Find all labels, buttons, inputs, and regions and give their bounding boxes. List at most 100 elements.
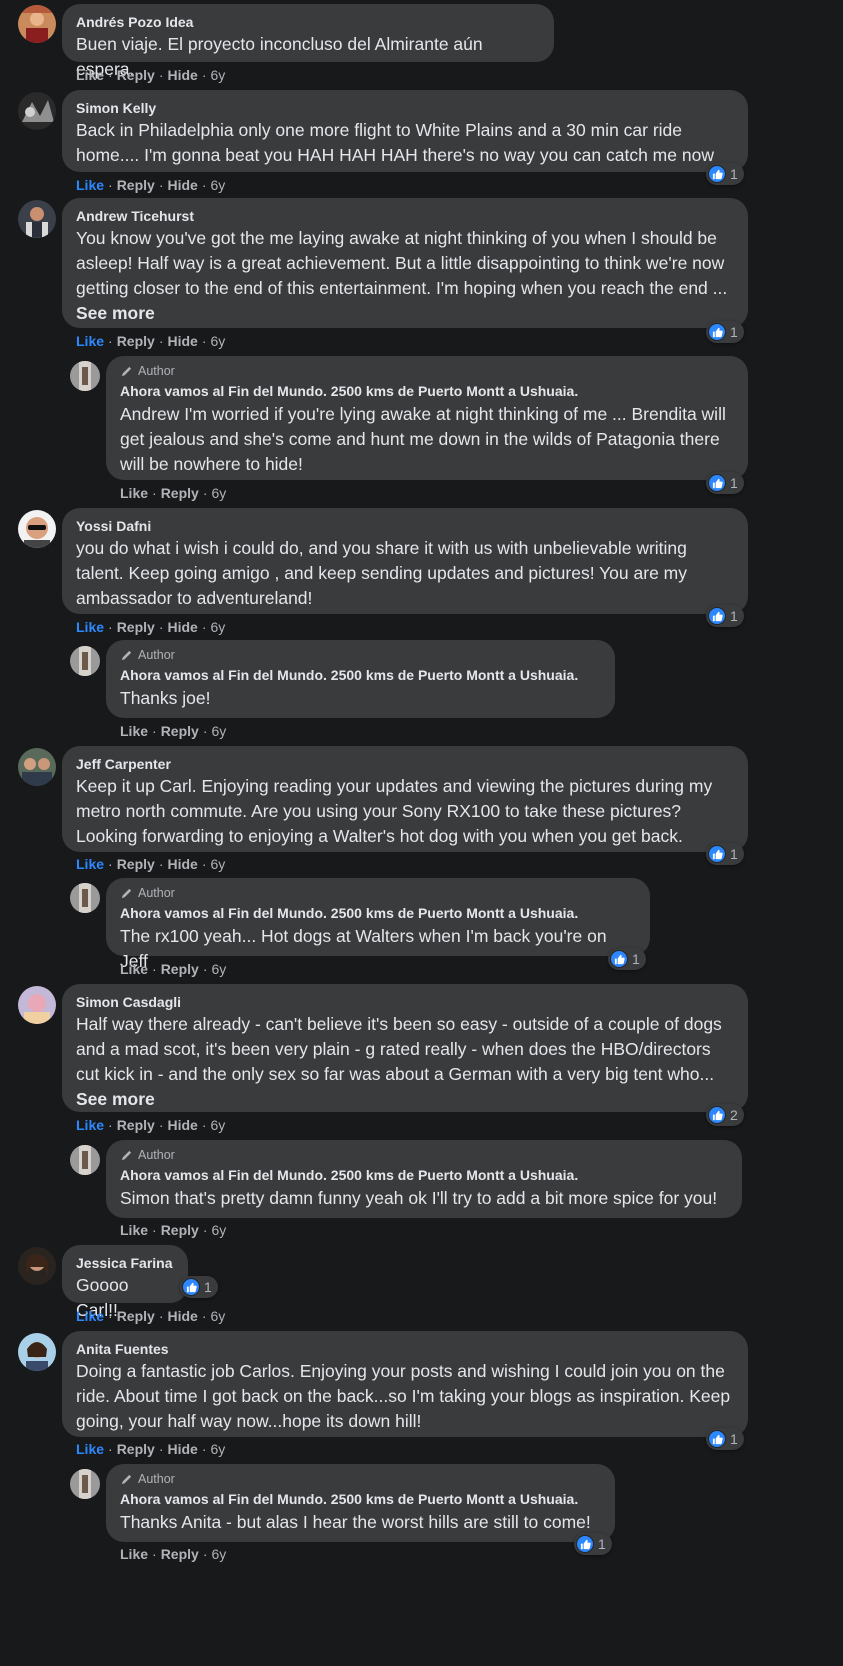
reaction-number: 1 — [598, 1536, 606, 1552]
post-title[interactable]: Ahora vamos al Fin del Mundo. 2500 kms d… — [120, 664, 601, 686]
reply-button[interactable]: Reply — [117, 1117, 155, 1133]
commenter-name[interactable]: Simon Casdagli — [76, 992, 734, 1012]
hide-button[interactable]: Hide — [167, 1308, 197, 1324]
post-title[interactable]: Ahora vamos al Fin del Mundo. 2500 kms d… — [120, 1164, 728, 1186]
reaction-count[interactable]: 2 — [706, 1104, 744, 1126]
timestamp[interactable]: 6y — [211, 1546, 226, 1562]
commenter-name[interactable]: Simon Kelly — [76, 98, 734, 118]
like-button[interactable]: Like — [120, 1222, 148, 1238]
reply-button[interactable]: Reply — [117, 856, 155, 872]
post-title[interactable]: Ahora vamos al Fin del Mundo. 2500 kms d… — [120, 380, 734, 402]
like-button[interactable]: Like — [76, 856, 104, 872]
post-title[interactable]: Ahora vamos al Fin del Mundo. 2500 kms d… — [120, 1488, 601, 1510]
timestamp[interactable]: 6y — [211, 1117, 226, 1133]
timestamp[interactable]: 6y — [211, 67, 226, 83]
commenter-name[interactable]: Andrés Pozo Idea — [76, 12, 540, 32]
commenter-name[interactable]: Anita Fuentes — [76, 1339, 734, 1359]
timestamp[interactable]: 6y — [211, 1441, 226, 1457]
hide-button[interactable]: Hide — [167, 1117, 197, 1133]
reply-button[interactable]: Reply — [161, 485, 199, 501]
avatar[interactable] — [18, 1333, 56, 1371]
thumbs-up-icon — [708, 845, 726, 863]
author-avatar[interactable] — [70, 1469, 100, 1499]
author-avatar[interactable] — [70, 646, 100, 676]
avatar[interactable] — [18, 92, 56, 130]
like-button[interactable]: Like — [76, 333, 104, 349]
hide-button[interactable]: Hide — [167, 856, 197, 872]
hide-button[interactable]: Hide — [167, 1441, 197, 1457]
hide-button[interactable]: Hide — [167, 619, 197, 635]
reaction-count[interactable]: 1 — [608, 948, 646, 970]
commenter-name[interactable]: Andrew Ticehurst — [76, 206, 734, 226]
timestamp[interactable]: 6y — [211, 177, 226, 193]
like-button[interactable]: Like — [76, 1441, 104, 1457]
reply-button[interactable]: Reply — [117, 1441, 155, 1457]
like-button[interactable]: Like — [120, 485, 148, 501]
timestamp[interactable]: 6y — [211, 723, 226, 739]
avatar[interactable] — [18, 510, 56, 548]
reply-button[interactable]: Reply — [161, 1546, 199, 1562]
reaction-number: 2 — [730, 1107, 738, 1123]
reply-button[interactable]: Reply — [117, 1308, 155, 1324]
like-button[interactable]: Like — [76, 67, 104, 83]
reply-button[interactable]: Reply — [161, 723, 199, 739]
hide-button[interactable]: Hide — [167, 177, 197, 193]
see-more-link[interactable]: See more — [76, 303, 155, 323]
reaction-count[interactable]: 1 — [706, 843, 744, 865]
post-title[interactable]: Ahora vamos al Fin del Mundo. 2500 kms d… — [120, 902, 636, 924]
like-button[interactable]: Like — [76, 1308, 104, 1324]
like-button[interactable]: Like — [76, 619, 104, 635]
avatar[interactable] — [18, 1247, 56, 1285]
like-button[interactable]: Like — [120, 723, 148, 739]
avatar[interactable] — [18, 748, 56, 786]
timestamp[interactable]: 6y — [211, 961, 226, 977]
hide-button[interactable]: Hide — [167, 333, 197, 349]
reply-button[interactable]: Reply — [117, 67, 155, 83]
timestamp[interactable]: 6y — [211, 485, 226, 501]
comment-actions: Like · Reply · Hide · 6y — [76, 67, 226, 83]
reply-button[interactable]: Reply — [117, 619, 155, 635]
reaction-number: 1 — [730, 166, 738, 182]
reply-button[interactable]: Reply — [117, 333, 155, 349]
comment-text: Half way there already - can't believe i… — [76, 1014, 722, 1109]
hide-button[interactable]: Hide — [167, 67, 197, 83]
avatar[interactable] — [18, 986, 56, 1024]
reaction-count[interactable]: 1 — [706, 472, 744, 494]
like-button[interactable]: Like — [120, 1546, 148, 1562]
timestamp[interactable]: 6y — [211, 856, 226, 872]
reply-button[interactable]: Reply — [161, 961, 199, 977]
comment-text: Back in Philadelphia only one more fligh… — [76, 120, 714, 165]
reaction-count[interactable]: 1 — [706, 605, 744, 627]
like-button[interactable]: Like — [120, 961, 148, 977]
commenter-name[interactable]: Jeff Carpenter — [76, 754, 734, 774]
timestamp[interactable]: 6y — [211, 1222, 226, 1238]
comment-bubble: Anita Fuentes Doing a fantastic job Carl… — [62, 1331, 748, 1437]
author-avatar[interactable] — [70, 883, 100, 913]
timestamp[interactable]: 6y — [211, 1308, 226, 1324]
author-badge: Author — [120, 884, 636, 902]
commenter-name[interactable]: Yossi Dafni — [76, 516, 734, 536]
author-avatar[interactable] — [70, 1145, 100, 1175]
like-button[interactable]: Like — [76, 1117, 104, 1133]
comment-bubble: Jeff Carpenter Keep it up Carl. Enjoying… — [62, 746, 748, 852]
avatar[interactable] — [18, 200, 56, 238]
author-avatar[interactable] — [70, 361, 100, 391]
comment-text: you do what i wish i could do, and you s… — [76, 538, 687, 608]
timestamp[interactable]: 6y — [211, 619, 226, 635]
reaction-count[interactable]: 1 — [706, 321, 744, 343]
commenter-name[interactable]: Jessica Farina — [76, 1253, 174, 1273]
timestamp[interactable]: 6y — [211, 333, 226, 349]
avatar[interactable] — [18, 5, 56, 43]
reply-button[interactable]: Reply — [161, 1222, 199, 1238]
like-button[interactable]: Like — [76, 177, 104, 193]
reply-button[interactable]: Reply — [117, 177, 155, 193]
reaction-count[interactable]: 1 — [706, 1428, 744, 1450]
reaction-count[interactable]: 1 — [706, 163, 744, 185]
reaction-count[interactable]: 1 — [180, 1276, 218, 1298]
comment-bubble: Yossi Dafni you do what i wish i could d… — [62, 508, 748, 614]
thumbs-up-icon — [576, 1535, 594, 1553]
reaction-count[interactable]: 1 — [574, 1533, 612, 1555]
comment-bubble: Simon Casdagli Half way there already - … — [62, 984, 748, 1112]
see-more-link[interactable]: See more — [76, 1089, 155, 1109]
reaction-number: 1 — [632, 951, 640, 967]
